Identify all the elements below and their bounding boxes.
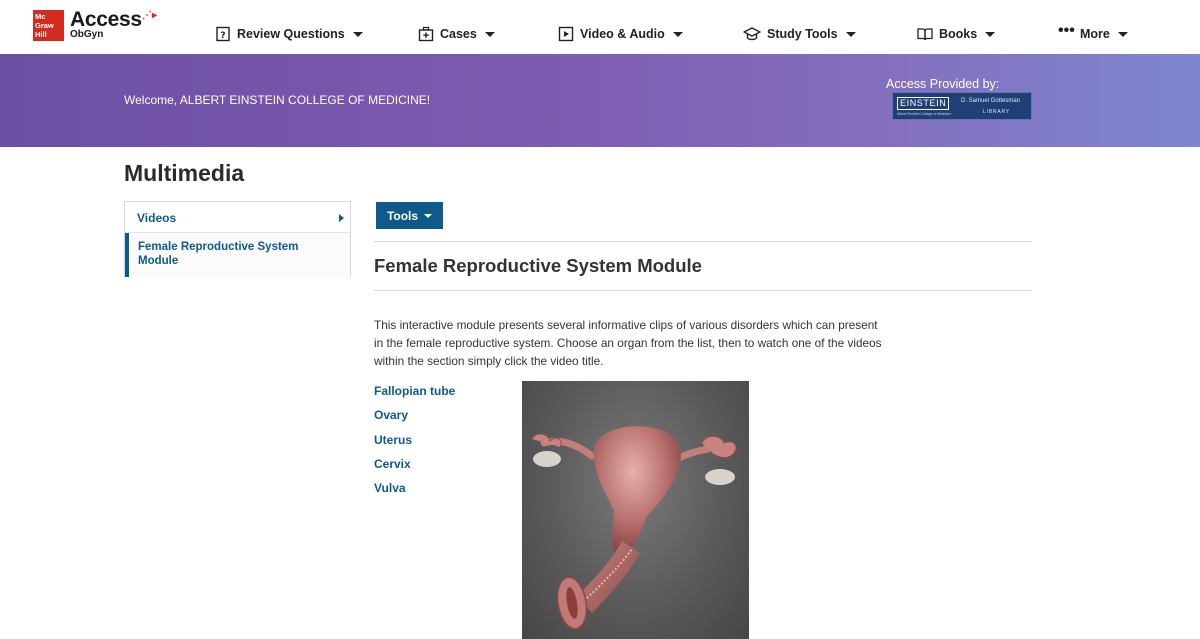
organ-link-ovary[interactable]: Ovary xyxy=(374,407,455,431)
nav-more[interactable]: ••• More xyxy=(1058,22,1128,43)
chevron-down-icon xyxy=(1117,31,1128,37)
more-dots-icon: ••• xyxy=(1058,22,1075,39)
divider xyxy=(374,241,1032,242)
library-logo[interactable]: EINSTEIN D. Samuel Gottesman LIBRARY Alb… xyxy=(892,92,1032,120)
chevron-down-icon xyxy=(672,31,683,37)
tools-label: Tools xyxy=(386,208,419,223)
nav-label: Cases xyxy=(440,27,477,41)
institution-banner: Welcome, ALBERT EINSTEIN COLLEGE OF MEDI… xyxy=(0,54,1200,147)
chevron-down-icon xyxy=(845,31,856,37)
chevron-down-icon xyxy=(985,31,996,37)
module-title: Female Reproductive System Module xyxy=(374,255,702,276)
cases-icon xyxy=(418,26,434,42)
sidebar-item-female-reproductive-system-module[interactable]: Female Reproductive System Module xyxy=(125,233,350,277)
brand-spark-icon: ⋰▸ xyxy=(142,10,158,21)
nav-label: Study Tools xyxy=(767,27,838,41)
nav-study-tools[interactable]: Study Tools xyxy=(743,25,856,43)
chevron-down-icon xyxy=(484,31,495,37)
module-description: This interactive module presents several… xyxy=(374,318,882,368)
nav-cases[interactable]: Cases xyxy=(418,25,495,43)
nav-review-questions[interactable]: ? Review Questions xyxy=(215,25,363,43)
organ-link-fallopian-tube[interactable]: Fallopian tube xyxy=(374,383,455,407)
page-title: Multimedia xyxy=(124,160,245,186)
divider xyxy=(374,290,1032,291)
svg-text:?: ? xyxy=(220,31,225,41)
book-icon xyxy=(917,28,933,41)
organ-link-vulva[interactable]: Vulva xyxy=(374,480,455,504)
reproductive-system-illustration[interactable] xyxy=(522,381,749,639)
brand-subtitle: ObGyn xyxy=(70,29,104,40)
organ-list: Fallopian tube Ovary Uterus Cervix Vulva xyxy=(374,383,455,504)
nav-video-audio[interactable]: Video & Audio xyxy=(558,25,683,43)
sidebar-item-videos[interactable]: Videos xyxy=(125,202,350,233)
tools-dropdown-button[interactable]: Tools xyxy=(376,202,443,229)
video-icon xyxy=(558,26,574,42)
organ-link-cervix[interactable]: Cervix xyxy=(374,456,455,480)
graduation-cap-icon xyxy=(743,27,761,41)
access-provided-label: Access Provided by: xyxy=(886,77,1000,91)
access-obgyn-logo[interactable]: Access ObGyn xyxy=(70,9,142,40)
welcome-message: Welcome, ALBERT EINSTEIN COLLEGE OF MEDI… xyxy=(124,93,431,107)
sidebar-menu: Videos Female Reproductive System Module xyxy=(124,201,351,277)
nav-label: More xyxy=(1080,27,1110,41)
nav-books[interactable]: Books xyxy=(917,25,996,43)
sidebar-item-label: Videos xyxy=(137,211,177,225)
nav-label: Books xyxy=(939,27,978,41)
top-navigation: Mc Graw Hill Access ObGyn ⋰▸ ? Review Qu… xyxy=(0,0,1200,54)
mcgraw-hill-logo[interactable]: Mc Graw Hill xyxy=(33,10,64,41)
chevron-down-icon xyxy=(424,213,433,218)
chevron-right-icon xyxy=(339,214,344,222)
sidebar-item-label: Female Reproductive System Module xyxy=(138,241,299,267)
nav-label: Video & Audio xyxy=(580,27,665,41)
brand-title: Access xyxy=(70,8,142,31)
organ-link-uterus[interactable]: Uterus xyxy=(374,432,455,456)
chevron-down-icon xyxy=(352,31,363,37)
anatomy-drawing xyxy=(531,426,737,630)
review-questions-icon: ? xyxy=(216,26,230,42)
nav-label: Review Questions xyxy=(237,27,345,41)
